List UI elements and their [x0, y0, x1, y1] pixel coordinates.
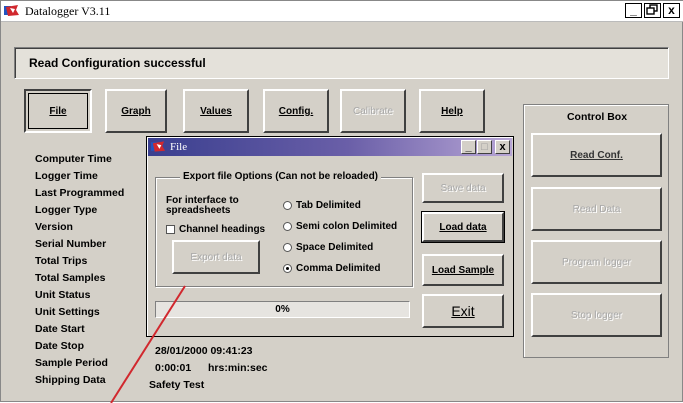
- radio-tab-label: Tab Delimited: [296, 200, 361, 211]
- help-button[interactable]: Help: [419, 89, 485, 133]
- exit-button[interactable]: Exit: [422, 294, 504, 328]
- status-panel: Read Configuration successful: [14, 47, 669, 79]
- load-data-button[interactable]: Load data: [421, 211, 505, 243]
- dialog-app-icon: [151, 141, 166, 152]
- save-data-button[interactable]: Save data: [422, 173, 504, 203]
- label-sample-period: Sample Period: [35, 357, 108, 369]
- load-sample-button[interactable]: Load Sample: [422, 254, 504, 286]
- export-options-title: Export file Options (Can not be reloaded…: [180, 171, 382, 182]
- checkbox-box[interactable]: [166, 225, 175, 234]
- control-box-title: Control Box: [566, 111, 628, 123]
- interface-label: For interface to spreadsheets: [166, 196, 239, 216]
- read-data-button[interactable]: Read Data: [531, 187, 662, 231]
- dialog-minimize-button[interactable]: _: [461, 140, 476, 154]
- minimize-button[interactable]: _: [625, 3, 642, 18]
- label-logger-time: Logger Time: [35, 170, 98, 182]
- program-logger-button[interactable]: Program logger: [531, 240, 662, 284]
- stop-logger-button[interactable]: Stop logger: [531, 293, 662, 337]
- label-serial-number: Serial Number: [35, 238, 107, 250]
- save-data-label: Save data: [440, 182, 486, 194]
- sample-period-unit: hrs:min:sec: [208, 362, 268, 374]
- radio-circle-selected[interactable]: [283, 264, 292, 273]
- graph-button[interactable]: Graph: [105, 89, 167, 133]
- date-stop-value: 28/01/2000 09:41:23: [155, 345, 253, 357]
- radio-tab-delimited[interactable]: Tab Delimited: [283, 200, 361, 211]
- graph-button-label: Graph: [121, 105, 151, 117]
- load-sample-label: Load Sample: [431, 264, 495, 276]
- progress-bar: 0%: [155, 301, 410, 318]
- file-button-label: File: [49, 105, 67, 117]
- title-bar[interactable]: Datalogger V3.11 _ x: [1, 1, 683, 22]
- radio-semicolon-label: Semi colon Delimited: [296, 221, 398, 232]
- label-unit-settings: Unit Settings: [35, 306, 100, 318]
- label-shipping-data: Shipping Data: [35, 374, 106, 386]
- radio-circle[interactable]: [283, 201, 292, 210]
- label-last-programmed: Last Programmed: [35, 187, 125, 199]
- program-logger-label: Program logger: [562, 256, 631, 268]
- help-button-label: Help: [441, 105, 463, 117]
- status-text: Read Configuration successful: [29, 56, 206, 70]
- read-conf-label: Read Conf.: [570, 149, 623, 161]
- load-data-label: Load data: [439, 221, 487, 233]
- calibrate-button-label: Calibrate: [352, 105, 394, 117]
- dialog-maximize-button[interactable]: □: [477, 140, 492, 154]
- radio-comma-label: Comma Delimited: [296, 263, 381, 274]
- label-date-stop: Date Stop: [35, 340, 85, 352]
- label-unit-status: Unit Status: [35, 289, 91, 301]
- radio-space-delimited[interactable]: Space Delimited: [283, 242, 373, 253]
- dialog-title: File: [170, 141, 188, 153]
- maximize-button[interactable]: [644, 3, 661, 18]
- label-logger-type: Logger Type: [35, 204, 98, 216]
- radio-space-label: Space Delimited: [296, 242, 374, 253]
- config-button[interactable]: Config.: [263, 89, 329, 133]
- values-button[interactable]: Values: [183, 89, 249, 133]
- label-date-start: Date Start: [35, 323, 85, 335]
- info-labels: Computer Time Logger Time Last Programme…: [35, 151, 124, 389]
- label-version: Version: [35, 221, 73, 233]
- label-computer-time: Computer Time: [35, 153, 112, 165]
- shipping-data-value: Safety Test: [149, 379, 205, 391]
- export-data-button[interactable]: Export data: [172, 240, 260, 274]
- sample-period-value: 0:00:01: [155, 362, 192, 374]
- exit-label: Exit: [451, 303, 475, 319]
- app-logo-icon: [4, 5, 19, 16]
- calibrate-button[interactable]: Calibrate: [340, 89, 406, 133]
- dialog-title-bar[interactable]: File _ □ x: [148, 138, 512, 156]
- stop-logger-label: Stop logger: [570, 309, 623, 321]
- config-button-label: Config.: [278, 105, 314, 117]
- label-total-trips: Total Trips: [35, 255, 88, 267]
- export-data-label: Export data: [190, 251, 242, 263]
- file-button[interactable]: File: [24, 89, 92, 133]
- radio-comma-delimited[interactable]: Comma Delimited: [283, 263, 380, 274]
- file-dialog: File _ □ x Export file Options (Can not …: [146, 136, 514, 337]
- close-button[interactable]: x: [663, 3, 680, 18]
- label-total-samples: Total Samples: [35, 272, 106, 284]
- restore-icon: [646, 4, 658, 15]
- values-button-label: Values: [200, 105, 232, 117]
- main-window: Datalogger V3.11 _ x Read Configuration …: [0, 0, 683, 403]
- radio-semicolon-delimited[interactable]: Semi colon Delimited: [283, 221, 397, 232]
- radio-circle[interactable]: [283, 222, 292, 231]
- dialog-close-button[interactable]: x: [495, 140, 510, 154]
- progress-text: 0%: [275, 304, 290, 315]
- read-data-label: Read Data: [572, 203, 621, 215]
- channel-headings-checkbox[interactable]: Channel headings: [166, 224, 265, 235]
- channel-headings-label: Channel headings: [179, 224, 266, 235]
- radio-circle[interactable]: [283, 243, 292, 252]
- interface-label-line2: spreadsheets: [166, 205, 231, 216]
- read-conf-button[interactable]: Read Conf.: [531, 133, 662, 177]
- window-title: Datalogger V3.11: [25, 4, 111, 18]
